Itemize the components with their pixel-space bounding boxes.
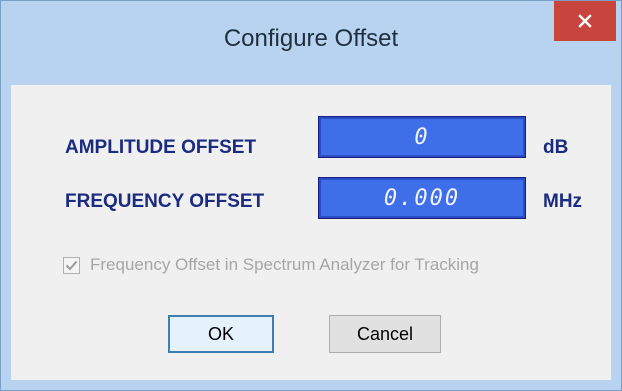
- tracking-checkbox-row[interactable]: Frequency Offset in Spectrum Analyzer fo…: [63, 255, 479, 275]
- dialog-title: Configure Offset: [223, 25, 399, 52]
- amplitude-offset-unit: dB: [543, 137, 569, 158]
- frequency-offset-label: FREQUENCY OFFSET: [65, 191, 265, 212]
- amplitude-offset-label: AMPLITUDE OFFSET: [65, 137, 257, 158]
- frequency-offset-input[interactable]: 0.000: [318, 177, 526, 219]
- title-bar[interactable]: Configure Offset: [1, 1, 621, 85]
- ok-button[interactable]: OK: [168, 315, 274, 353]
- cancel-button[interactable]: Cancel: [329, 315, 441, 353]
- amplitude-offset-value: 0: [414, 124, 430, 150]
- close-icon: [578, 14, 592, 28]
- close-button[interactable]: [554, 1, 616, 41]
- frequency-offset-value: 0.000: [383, 185, 461, 211]
- tracking-checkbox-label: Frequency Offset in Spectrum Analyzer fo…: [90, 255, 479, 274]
- dialog-content: AMPLITUDE OFFSET 0 dB FREQUENCY OFFSET 0…: [11, 85, 611, 380]
- configure-offset-dialog: Configure Offset AMPLITUDE OFFSET 0 dB F…: [0, 0, 622, 391]
- amplitude-offset-input[interactable]: 0: [318, 116, 526, 158]
- tracking-checkbox[interactable]: [63, 256, 80, 274]
- frequency-offset-unit: MHz: [543, 191, 583, 212]
- checkmark-icon: [65, 260, 78, 270]
